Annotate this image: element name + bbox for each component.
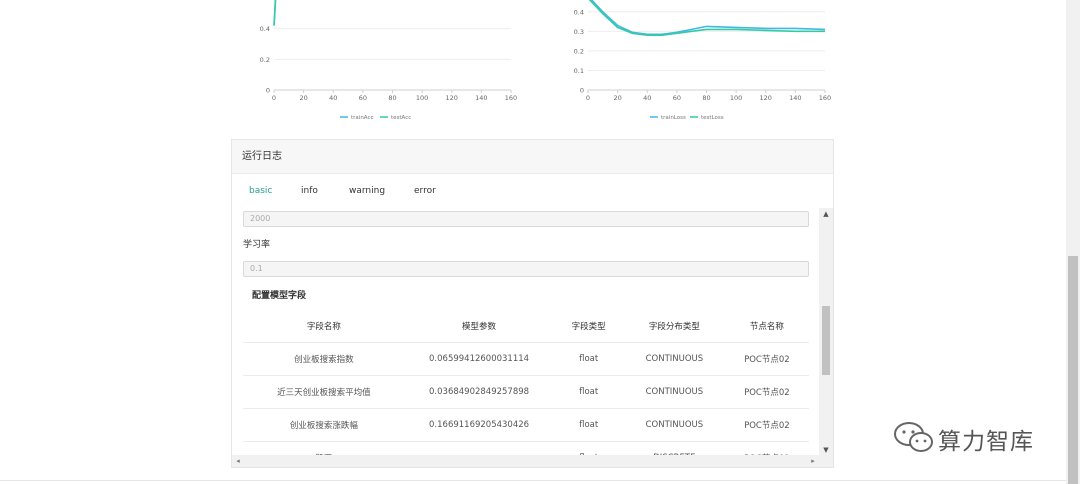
series-line-testAcc xyxy=(273,0,277,26)
learning-rate-label: 学习率 xyxy=(243,240,271,250)
model-fields-table: 字段名称 模型参数 字段类型 字段分布类型 节点名称 创业板搜索指数 0.065… xyxy=(243,310,809,456)
series-line-testLoss xyxy=(588,0,825,36)
legend-label-testLoss: testLoss xyxy=(701,115,724,121)
x-tick-label: 80 xyxy=(702,94,710,102)
cell: 股票 xyxy=(243,441,405,456)
x-tick-label: 140 xyxy=(789,94,801,102)
legend-label-trainLoss: trainLoss xyxy=(661,115,686,121)
cell: 0.06599412600031114 xyxy=(404,342,554,376)
iteration-field[interactable]: 2000 xyxy=(243,211,809,227)
run-log-title: 运行日志 xyxy=(232,140,833,174)
scroll-right-icon[interactable]: ▸ xyxy=(807,455,819,467)
x-tick-label: 120 xyxy=(446,94,458,102)
col-model-param: 模型参数 xyxy=(404,310,554,343)
accuracy-chart: 0 0.2 0.4 0 20 40 60 80 100 120 140 160 trainAcc test… xyxy=(250,0,540,130)
run-log-panel: 运行日志 basic info warning error 2000 学习率 0… xyxy=(231,139,834,468)
table-header-row: 字段名称 模型参数 字段类型 字段分布类型 节点名称 xyxy=(243,310,809,343)
cell: 0.16691169205430426 xyxy=(404,408,554,442)
cell: CONTINUOUS xyxy=(623,342,725,376)
cell: CONTINUOUS xyxy=(623,408,725,442)
page-content: 0 0.2 0.4 0 20 40 60 80 100 120 140 160 trainAcc test… xyxy=(0,0,1066,484)
y-tick-label: 0.2 xyxy=(260,56,270,64)
cell: 近三天创业板搜索平均值 xyxy=(243,375,405,409)
x-tick-label: 60 xyxy=(673,94,681,102)
x-tick-label: 40 xyxy=(643,94,651,102)
cell: DISCRETE xyxy=(623,441,725,456)
accuracy-chart-svg: 0 0.2 0.4 0 20 40 60 80 100 120 140 160 trainAcc test… xyxy=(260,0,517,121)
legend-label-testAcc: testAcc xyxy=(391,115,411,121)
tab-error[interactable]: error xyxy=(414,174,436,208)
cell: float xyxy=(553,342,624,376)
cell: 创业板搜索涨跌幅 xyxy=(243,408,405,442)
scroll-up-icon[interactable]: ▲ xyxy=(819,208,833,220)
x-tick-label: 120 xyxy=(760,94,772,102)
col-field-name: 字段名称 xyxy=(243,310,405,343)
y-tick-label: 0 xyxy=(580,87,584,95)
log-tabs: basic info warning error xyxy=(232,174,833,208)
x-tick-label: 20 xyxy=(299,94,307,102)
col-field-type: 字段类型 xyxy=(553,310,624,343)
wechat-icon xyxy=(894,422,933,452)
loss-chart: 0 0.1 0.2 0.3 0.4 0 20 40 60 80 100 120 140 160 trainL… xyxy=(560,0,850,130)
log-horizontal-scrollbar[interactable]: ◂ ▸ xyxy=(232,455,819,467)
tab-basic[interactable]: basic xyxy=(249,174,272,208)
x-tick-label: 160 xyxy=(819,94,831,102)
y-tick-label: 0.2 xyxy=(574,47,584,55)
cell: POC节点01 xyxy=(724,441,809,456)
cell: float xyxy=(553,441,624,456)
x-tick-label: 140 xyxy=(475,94,487,102)
y-tick-label: 0.1 xyxy=(574,67,584,75)
x-tick-label: 0 xyxy=(586,94,590,102)
table-row: 创业板搜索涨跌幅 0.16691169205430426 float CONTI… xyxy=(243,408,809,442)
x-tick-label: 40 xyxy=(329,94,337,102)
model-fields-title: 配置模型字段 xyxy=(252,291,307,301)
learning-rate-field[interactable]: 0.1 xyxy=(243,261,809,277)
x-tick-label: 80 xyxy=(388,94,396,102)
cell: POC节点02 xyxy=(724,342,809,376)
tab-warning[interactable]: warning xyxy=(349,174,385,208)
x-tick-label: 60 xyxy=(359,94,367,102)
y-tick-label: 0.3 xyxy=(574,28,584,36)
scroll-left-icon[interactable]: ◂ xyxy=(232,455,244,467)
y-tick-label: 0 xyxy=(266,87,270,95)
cell: 0.03684902849257898 xyxy=(404,375,554,409)
x-tick-label: 100 xyxy=(416,94,428,102)
watermark-text: 算力智库 xyxy=(938,429,1034,455)
x-tick-label: 100 xyxy=(730,94,742,102)
table-row: 近三天创业板搜索平均值 0.03684902849257898 float CO… xyxy=(243,375,809,409)
page-scrollbar[interactable] xyxy=(1066,0,1080,484)
y-tick-label: 0.4 xyxy=(574,8,584,16)
legend-label-trainAcc: trainAcc xyxy=(351,115,374,121)
cell: float xyxy=(553,408,624,442)
loss-chart-svg: 0 0.1 0.2 0.3 0.4 0 20 40 60 80 100 120 140 160 trainL… xyxy=(574,0,831,121)
cell: CONTINUOUS xyxy=(623,375,725,409)
page-scroll-thumb[interactable] xyxy=(1068,256,1078,484)
y-tick-label: 0.4 xyxy=(260,25,270,33)
col-distribution-type: 字段分布类型 xyxy=(623,310,725,343)
table-row: 创业板搜索指数 0.06599412600031114 float CONTIN… xyxy=(243,342,809,376)
table-row: 股票 float DISCRETE POC节点01 xyxy=(243,441,809,456)
cell: POC节点02 xyxy=(724,408,809,442)
col-node-name: 节点名称 xyxy=(724,310,809,343)
cell: POC节点02 xyxy=(724,375,809,409)
log-body: 2000 学习率 0.1 配置模型字段 字段名称 模型参数 字段类型 字段分布类… xyxy=(232,208,819,456)
x-tick-label: 20 xyxy=(613,94,621,102)
cell xyxy=(404,441,554,456)
watermark: 算力智库 xyxy=(892,420,1033,455)
log-vertical-scrollbar[interactable]: ▲ ▼ xyxy=(819,208,833,456)
x-tick-label: 0 xyxy=(272,94,276,102)
cell: float xyxy=(553,375,624,409)
tab-info[interactable]: info xyxy=(301,174,318,208)
cell: 创业板搜索指数 xyxy=(243,342,405,376)
scroll-corner xyxy=(819,455,833,467)
x-tick-label: 160 xyxy=(505,94,517,102)
divider xyxy=(0,480,1066,481)
log-scroll-thumb[interactable] xyxy=(822,306,830,375)
